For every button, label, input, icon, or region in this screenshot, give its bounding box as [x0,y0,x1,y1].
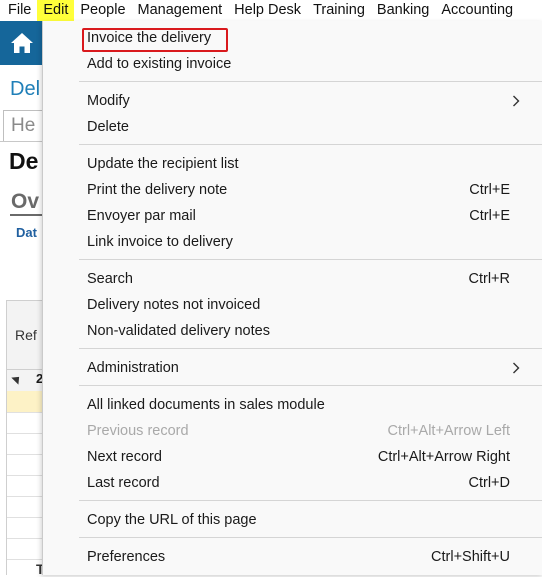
menu-item-label: Search [87,271,133,287]
menu-item-shortcut: Ctrl+D [468,475,511,491]
date-field-label: Dat [16,225,37,240]
menu-item-label: Print the delivery note [87,182,228,198]
menu-item-last-record[interactable]: Last record Ctrl+D [43,470,542,496]
menu-separator [79,500,542,501]
menu-item-invoice-delivery[interactable]: Invoice the delivery [43,25,542,51]
menu-separator [79,348,542,349]
menu-item-label: Add to existing invoice [87,56,232,72]
menu-item-copy-url[interactable]: Copy the URL of this page [43,507,542,533]
menu-item-label: All linked documents in sales module [87,397,325,413]
menu-item-label: Update the recipient list [87,156,239,172]
menu-training[interactable]: Training [307,0,371,21]
menu-item-label: Preferences [87,549,166,565]
menu-people[interactable]: People [74,0,131,21]
menu-separator [79,144,542,145]
menu-item-shortcut: Ctrl+Alt+Arrow Right [377,449,510,465]
tab-header-label: He [11,115,36,136]
menu-item-modify[interactable]: Modify [43,88,542,114]
menu-item-shortcut: Ctrl+E [469,182,510,198]
menu-item-link-invoice[interactable]: Link invoice to delivery [43,229,542,255]
menu-item-label: Modify [87,93,130,109]
menu-item-send-by-mail[interactable]: Envoyer par mail Ctrl+E [43,203,542,229]
menu-item-search[interactable]: Search Ctrl+R [43,266,542,292]
table-row[interactable] [6,517,46,539]
menu-item-add-to-invoice[interactable]: Add to existing invoice [43,51,542,77]
table-row[interactable] [6,412,46,434]
page-title: Del [10,78,41,100]
menu-item-update-recipients[interactable]: Update the recipient list [43,151,542,177]
menu-item-print-delivery-note[interactable]: Print the delivery note Ctrl+E [43,177,542,203]
home-icon [11,33,33,53]
document-heading: De [9,148,39,174]
edit-dropdown-menu: Invoice the delivery Add to existing inv… [42,21,542,575]
menu-item-shortcut: Ctrl+R [468,271,511,287]
menu-separator [79,385,542,386]
menu-item-shortcut: Ctrl+Alt+Arrow Left [387,423,511,439]
menu-item-label: Non-validated delivery notes [87,323,270,339]
menu-item-label: Invoice the delivery [87,30,212,46]
column-header-reference[interactable]: Ref [15,327,37,343]
chevron-right-icon [509,361,523,375]
menu-item-linked-documents[interactable]: All linked documents in sales module [43,392,542,418]
menu-banking[interactable]: Banking [371,0,435,21]
menu-item-delete[interactable]: Delete [43,114,542,140]
home-button[interactable] [0,21,44,65]
table-row[interactable] [6,454,46,476]
menu-item-previous-record: Previous record Ctrl+Alt+Arrow Left [43,418,542,444]
menu-item-shortcut: Ctrl+Shift+U [431,549,510,565]
menu-item-not-invoiced[interactable]: Delivery notes not invoiced [43,292,542,318]
menu-item-label: Delivery notes not invoiced [87,297,261,313]
table-row[interactable] [6,475,46,497]
grid-border [6,300,7,575]
menu-item-preferences[interactable]: Preferences Ctrl+Shift+U [43,544,542,570]
table-row[interactable] [6,496,46,518]
menu-separator [79,259,542,260]
menu-help-desk[interactable]: Help Desk [228,0,307,21]
chevron-right-icon [509,94,523,108]
table-row-selected[interactable] [6,391,46,413]
menu-item-label: Next record [87,449,162,465]
menu-separator [79,81,542,82]
menu-separator [79,537,542,538]
menu-bar: File Edit People Management Help Desk Tr… [0,0,542,21]
menu-edit[interactable]: Edit [37,0,75,21]
menu-accounting[interactable]: Accounting [435,0,519,21]
menu-file[interactable]: File [0,0,37,21]
menu-item-next-record[interactable]: Next record Ctrl+Alt+Arrow Right [43,444,542,470]
menu-item-shortcut: Ctrl+E [469,208,510,224]
section-heading: Ov [11,190,40,213]
menu-item-label: Previous record [87,423,189,439]
menu-item-label: Delete [87,119,129,135]
menu-management[interactable]: Management [132,0,229,21]
menu-item-label: Link invoice to delivery [87,234,233,250]
table-row[interactable] [6,433,46,455]
menu-item-non-validated[interactable]: Non-validated delivery notes [43,318,542,344]
menu-item-administration[interactable]: Administration [43,355,542,381]
table-row[interactable] [6,538,46,560]
menu-item-label: Envoyer par mail [87,208,196,224]
menu-item-label: Last record [87,475,160,491]
menu-item-label: Administration [87,360,179,376]
menu-item-label: Copy the URL of this page [87,512,257,528]
